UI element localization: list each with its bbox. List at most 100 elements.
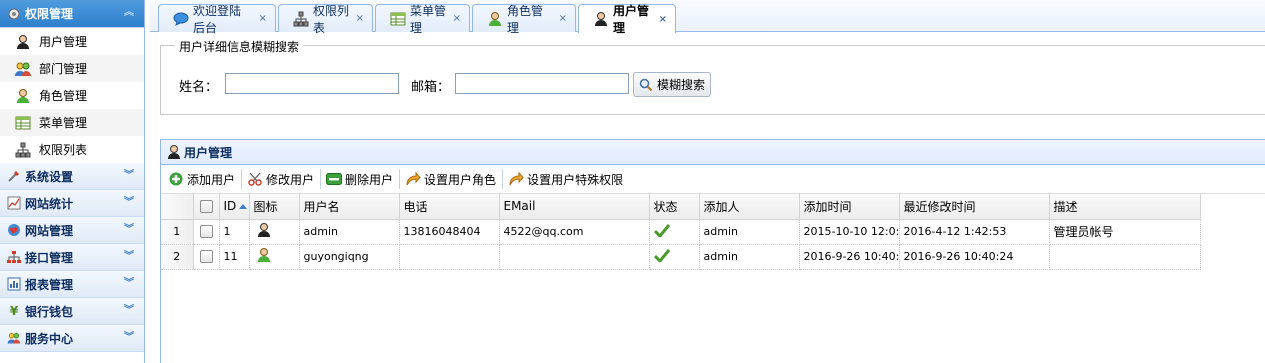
cell-email [499,244,650,270]
row-checkbox[interactable] [193,219,220,245]
sidebar-group-bank-wallet[interactable]: ¥ 银行钱包 ︾ [0,298,144,325]
chevron-down-icon[interactable]: ︾ [122,196,136,210]
sidebar-item-department-management[interactable]: 部门管理 [0,55,144,82]
cell-added-time: 2016-9-26 10:40:24 [799,244,900,270]
sidebar-group-report-management[interactable]: 报表管理 ︾ [0,271,144,298]
toolbar-label: 设置用户特殊权限 [527,172,624,187]
user-black-icon [166,144,182,160]
cell-modified-time: 2016-9-26 10:40:24 [899,244,1050,270]
tab-role-management[interactable]: 角色管理 × [472,4,576,35]
user-green-icon [487,11,503,27]
chevron-down-icon[interactable]: ︾ [122,304,136,318]
toolbar-label: 修改用户 [266,172,315,187]
close-icon[interactable]: × [259,13,267,24]
close-icon[interactable]: × [659,14,667,25]
sidebar-item-label: 菜单管理 [39,116,88,130]
user-black-icon [256,222,272,238]
close-icon[interactable]: × [453,13,461,24]
tab-menu-management[interactable]: 菜单管理 × [375,4,470,35]
close-icon[interactable]: × [356,13,364,24]
chevron-down-icon[interactable]: ︾ [122,169,136,183]
column-header-modified-time[interactable]: 最近修改时间 [899,194,1050,220]
tab-label: 权限列表 [313,3,350,35]
cell-status [649,219,700,245]
toolbar-label: 设置用户角色 [424,172,497,187]
add-icon [168,171,184,187]
fuzzy-search-button[interactable]: 模糊搜索 [633,72,711,97]
sidebar-item-permission-list[interactable]: 权限列表 [0,136,144,163]
table-row[interactable]: 2 11 guyongiqng admin 2016-9-26 10:40: 2… [161,244,1201,270]
chevron-down-icon[interactable]: ︾ [122,223,136,237]
fuzzy-search-label: 模糊搜索 [656,78,705,92]
toolbar-separator [320,169,322,189]
tab-permission-list[interactable]: 权限列表 × [278,4,373,35]
table-icon [390,11,406,27]
sidebar-group-label: 报表管理 [25,277,74,292]
globe-icon [6,222,22,238]
sitemap-icon [293,11,309,27]
sidebar-item-user-management[interactable]: 用户管理 [0,28,144,55]
set-user-special-permission-button[interactable]: 设置用户特殊权限 [506,168,629,190]
row-number: 1 [161,219,194,245]
column-header-email[interactable]: EMail [499,194,650,220]
tab-welcome[interactable]: 欢迎登陆后台 × [158,4,276,35]
cell-description [1049,244,1201,270]
tab-label: 菜单管理 [410,3,447,35]
users-group-icon [6,330,22,346]
cell-id: 1 [219,219,250,245]
column-header-phone[interactable]: 电话 [399,194,500,220]
column-header-id[interactable]: ID [219,194,250,220]
sidebar-item-label: 用户管理 [39,35,88,49]
cell-username: guyongiqng [299,244,400,270]
column-header-added-time[interactable]: 添加时间 [799,194,900,220]
sidebar-group-service-center[interactable]: 服务中心 ︾ [0,325,144,352]
column-header-username[interactable]: 用户名 [299,194,400,220]
cell-username: admin [299,219,400,245]
column-header-description[interactable]: 描述 [1049,194,1201,220]
delete-user-button[interactable]: 删除用户 [324,168,399,190]
user-table: ID 图标 用户名 电话 EMail 状态 添加人 添加时间 最近修改时间 描述… [161,194,1201,270]
column-header-added-by[interactable]: 添加人 [699,194,800,220]
chevron-down-icon[interactable]: ︾ [122,250,136,264]
email-input[interactable] [455,73,629,94]
checkmark-icon [653,248,670,262]
sidebar-item-role-management[interactable]: 角色管理 [0,82,144,109]
cell-icon [249,244,300,270]
magnifier-icon [639,78,653,92]
table-header-row: ID 图标 用户名 电话 EMail 状态 添加人 添加时间 最近修改时间 描述 [161,194,1201,220]
column-header-icon[interactable]: 图标 [249,194,300,220]
select-all-checkbox[interactable] [193,194,220,220]
sidebar-group-permissions[interactable]: 权限管理 ︽ [0,0,144,28]
add-user-button[interactable]: 添加用户 [166,168,241,190]
search-legend: 用户详细信息模糊搜索 [175,38,304,55]
chevron-up-icon[interactable]: ︽ [122,6,136,20]
chevron-down-icon[interactable]: ︾ [122,277,136,291]
column-header-status[interactable]: 状态 [649,194,700,220]
cell-added-time: 2015-10-10 12:0:0 [799,219,900,245]
grid-toolbar: 添加用户 修改用户 删除用户 设置用户角色 设置用户特殊权限 [161,165,1265,194]
tab-user-management[interactable]: 用户管理 × [578,4,676,35]
grid-title-bar: 用户管理 [161,140,1265,165]
table-row[interactable]: 1 1 admin 13816048404 4522@qq.com admin [161,219,1201,245]
remove-icon [326,171,343,187]
user-grid-panel: 用户管理 添加用户 修改用户 删除用户 设置用户角色 设置用户特殊权限 ID 图… [160,139,1265,363]
toolbar-separator [241,169,243,189]
sidebar-group-system-settings[interactable]: 系统设置 ︾ [0,163,144,190]
set-user-role-button[interactable]: 设置用户角色 [403,168,502,190]
sidebar-group-label: 接口管理 [25,250,74,265]
tab-label: 角色管理 [507,3,544,35]
row-checkbox[interactable] [193,244,220,270]
sort-asc-icon [239,204,248,210]
chevron-down-icon[interactable]: ︾ [122,331,136,345]
cell-phone: 13816048404 [399,219,500,245]
search-fieldset: 用户详细信息模糊搜索 姓名： 邮箱： 模糊搜索 [160,38,1265,115]
name-input[interactable] [225,73,399,94]
sidebar-group-interface-management[interactable]: 接口管理 ︾ [0,244,144,271]
sidebar-item-menu-management[interactable]: 菜单管理 [0,109,144,136]
close-icon[interactable]: × [559,13,567,24]
edit-user-button[interactable]: 修改用户 [245,168,320,190]
user-green-icon [14,88,32,104]
sidebar-group-site-stats[interactable]: 网站统计 ︾ [0,190,144,217]
sidebar-group-site-management[interactable]: 网站管理 ︾ [0,217,144,244]
sidebar: 权限管理 ︽ 用户管理 部门管理 角色管理 菜单管理 权限列表 系统设置 ︾ 网… [0,0,145,363]
